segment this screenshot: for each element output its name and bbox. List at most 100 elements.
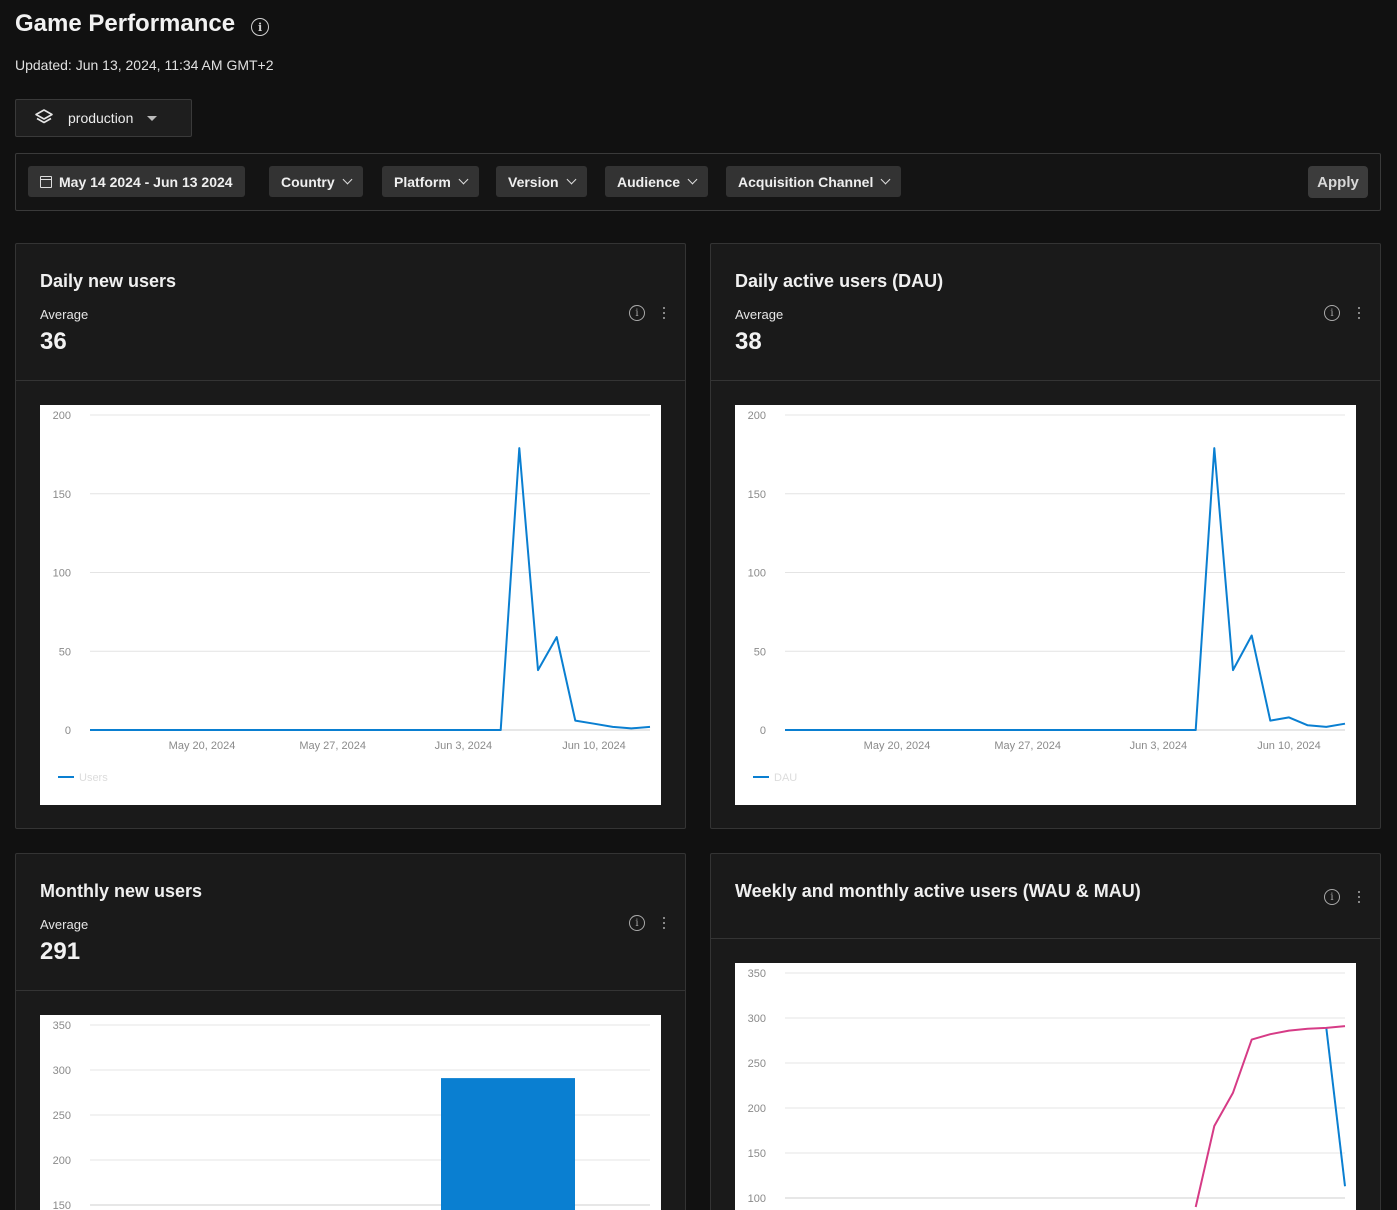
bar bbox=[441, 1078, 575, 1210]
chevron-down-icon bbox=[458, 174, 469, 185]
chevron-down-icon bbox=[342, 174, 353, 185]
card-actions: i bbox=[629, 915, 665, 931]
filter-country-label: Country bbox=[281, 173, 335, 190]
y-tick-label: 100 bbox=[53, 568, 71, 580]
filter-audience[interactable]: Audience bbox=[605, 166, 709, 197]
x-tick-label: Jun 10, 2024 bbox=[1257, 740, 1321, 752]
page-title: Game Performance bbox=[15, 10, 236, 37]
divider bbox=[16, 380, 685, 381]
more-options-icon[interactable] bbox=[1358, 891, 1360, 903]
y-tick-label: 250 bbox=[53, 1110, 71, 1122]
line-chart: 100 150 200 250 300 350 bbox=[748, 968, 1346, 1208]
x-tick-label: May 27, 2024 bbox=[994, 740, 1061, 752]
calendar-icon bbox=[40, 175, 52, 188]
average-value: 38 bbox=[735, 328, 762, 355]
y-tick-label: 250 bbox=[748, 1058, 766, 1070]
chart-wau-mau: 100 150 200 250 300 350 bbox=[735, 963, 1356, 1210]
average-label: Average bbox=[40, 307, 89, 322]
card-title: Daily new users bbox=[40, 271, 177, 291]
y-tick-label: 150 bbox=[748, 489, 766, 501]
y-tick-label: 150 bbox=[748, 1148, 766, 1160]
y-tick-label: 50 bbox=[754, 646, 766, 658]
page-title-row: Game Performance i bbox=[15, 10, 270, 38]
y-tick-label: 100 bbox=[748, 1193, 766, 1205]
y-tick-label: 300 bbox=[748, 1013, 766, 1025]
x-tick-label: Jun 3, 2024 bbox=[1130, 740, 1188, 752]
apply-button[interactable]: Apply bbox=[1308, 166, 1368, 198]
x-tick-label: Jun 10, 2024 bbox=[562, 740, 626, 752]
legend-label: Users bbox=[79, 772, 108, 784]
x-tick-label: May 27, 2024 bbox=[299, 740, 366, 752]
y-tick-label: 200 bbox=[53, 1155, 71, 1167]
info-icon[interactable]: i bbox=[629, 305, 645, 321]
chevron-down-icon bbox=[566, 174, 577, 185]
filter-platform-label: Platform bbox=[394, 173, 451, 190]
y-tick-label: 0 bbox=[65, 725, 71, 737]
card-actions: i bbox=[629, 305, 665, 321]
y-tick-label: 350 bbox=[53, 1020, 71, 1032]
card-wau-mau: Weekly and monthly active users (WAU & M… bbox=[710, 853, 1381, 1210]
filter-acquisition-channel-label: Acquisition Channel bbox=[738, 173, 874, 190]
chevron-down-icon bbox=[687, 174, 698, 185]
filter-acquisition-channel[interactable]: Acquisition Channel bbox=[726, 166, 902, 197]
card-actions: i bbox=[1324, 305, 1360, 321]
caret-down-icon bbox=[147, 115, 158, 121]
layers-icon bbox=[35, 109, 53, 124]
bar-chart: 150 200 250 300 350 bbox=[53, 1020, 650, 1210]
card-monthly-new-users: Monthly new users Average 291 i 150 200 25… bbox=[15, 853, 686, 1210]
more-options-icon[interactable] bbox=[663, 307, 665, 319]
average-label: Average bbox=[735, 307, 784, 322]
filter-audience-label: Audience bbox=[617, 173, 681, 190]
card-actions: i bbox=[1324, 889, 1360, 905]
y-tick-label: 50 bbox=[59, 646, 71, 658]
more-options-icon[interactable] bbox=[663, 917, 665, 929]
y-tick-label: 200 bbox=[53, 410, 71, 422]
y-tick-label: 200 bbox=[748, 410, 766, 422]
chart-daily-active-users: 0 50 100 150 200 May 20, 2024 May 27, 2024 Jun … bbox=[735, 405, 1356, 805]
date-range-label: May 14 2024 - Jun 13 2024 bbox=[59, 173, 233, 190]
series-line bbox=[1194, 1025, 1346, 1208]
card-title: Monthly new users bbox=[40, 881, 203, 901]
date-range-picker[interactable]: May 14 2024 - Jun 13 2024 bbox=[28, 166, 245, 197]
x-tick-label: Jun 3, 2024 bbox=[435, 740, 493, 752]
filter-bar: May 14 2024 - Jun 13 2024 Country Platfo… bbox=[15, 153, 1381, 211]
y-tick-label: 150 bbox=[53, 489, 71, 501]
card-daily-new-users: Daily new users Average 36 i 0 50 100 150 20… bbox=[15, 243, 686, 829]
y-tick-label: 150 bbox=[53, 1200, 71, 1210]
line-chart: 0 50 100 150 200 May 20, 2024 May 27, 2024 Jun … bbox=[748, 410, 1346, 784]
line-chart: 0 50 100 150 200 May 20, 2024 May 27, 2024 Jun … bbox=[53, 410, 651, 784]
filter-platform[interactable]: Platform bbox=[382, 166, 479, 197]
average-label: Average bbox=[40, 917, 89, 932]
average-value: 36 bbox=[40, 328, 67, 355]
legend-label: DAU bbox=[774, 772, 797, 784]
card-daily-active-users: Daily active users (DAU) Average 38 i 0 5… bbox=[710, 243, 1381, 829]
card-title: Weekly and monthly active users (WAU & M… bbox=[735, 881, 1141, 901]
x-tick-label: May 20, 2024 bbox=[864, 740, 931, 752]
chevron-down-icon bbox=[880, 174, 891, 185]
more-options-icon[interactable] bbox=[1358, 307, 1360, 319]
environment-label: production bbox=[68, 110, 134, 126]
filter-version[interactable]: Version bbox=[496, 166, 587, 197]
x-tick-label: May 20, 2024 bbox=[169, 740, 236, 752]
chart-daily-new-users: 0 50 100 150 200 May 20, 2024 May 27, 2024 Jun … bbox=[40, 405, 661, 805]
y-tick-label: 0 bbox=[760, 725, 766, 737]
y-tick-label: 350 bbox=[748, 968, 766, 980]
y-tick-label: 100 bbox=[748, 568, 766, 580]
y-tick-label: 200 bbox=[748, 1103, 766, 1115]
filter-version-label: Version bbox=[508, 173, 559, 190]
series-line bbox=[1325, 1027, 1346, 1187]
environment-selector[interactable]: production bbox=[15, 99, 192, 137]
divider bbox=[711, 938, 1380, 939]
info-icon[interactable]: i bbox=[251, 18, 270, 36]
info-icon[interactable]: i bbox=[629, 915, 645, 931]
updated-timestamp: Updated: Jun 13, 2024, 11:34 AM GMT+2 bbox=[15, 57, 274, 73]
y-tick-label: 300 bbox=[53, 1065, 71, 1077]
series-line bbox=[785, 447, 1346, 731]
chart-monthly-new-users: 150 200 250 300 350 bbox=[40, 1015, 661, 1210]
info-icon[interactable]: i bbox=[1324, 305, 1340, 321]
card-title: Daily active users (DAU) bbox=[735, 271, 944, 291]
info-icon[interactable]: i bbox=[1324, 889, 1340, 905]
divider bbox=[711, 380, 1380, 381]
filter-country[interactable]: Country bbox=[269, 166, 363, 197]
series-line bbox=[90, 447, 651, 731]
